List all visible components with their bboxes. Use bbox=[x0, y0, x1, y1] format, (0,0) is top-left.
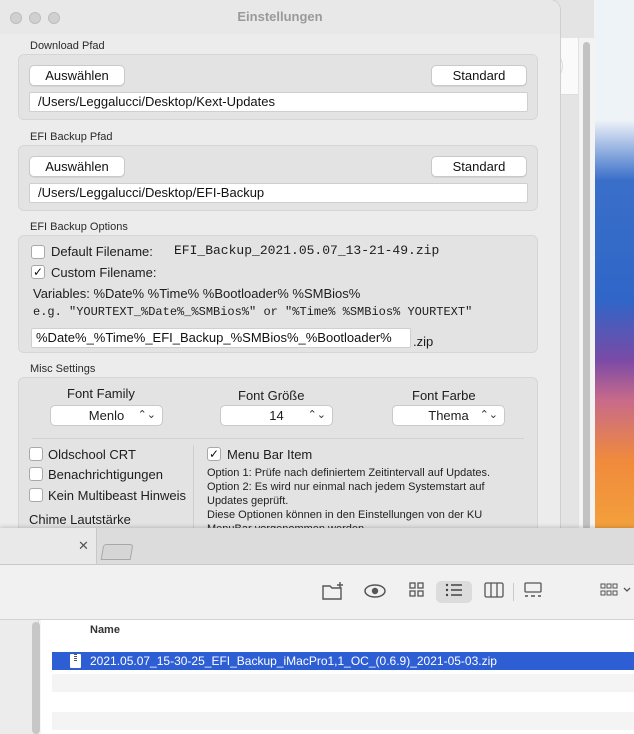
finder-tab[interactable]: ✕ bbox=[0, 528, 97, 564]
efi-backup-options-label: EFI Backup Options bbox=[30, 221, 128, 233]
desktop-wallpaper bbox=[594, 0, 634, 540]
no-multibeast-checkbox[interactable] bbox=[29, 488, 43, 502]
efi-backup-path-group: Auswählen Standard /Users/Leggalucci/Des… bbox=[18, 145, 538, 211]
zip-suffix: .zip bbox=[413, 334, 434, 349]
zip-file-icon bbox=[70, 654, 81, 668]
custom-filename-label: Custom Filename: bbox=[51, 265, 157, 280]
gallery-view-icon[interactable] bbox=[520, 581, 546, 603]
font-family-value: Menlo bbox=[88, 408, 125, 423]
default-filename-label: Default Filename: bbox=[51, 244, 153, 259]
icon-view-icon[interactable] bbox=[404, 581, 430, 603]
oldschool-crt-label: Oldschool CRT bbox=[48, 447, 136, 462]
variables-hint: Variables: %Date% %Time% %Bootloader% %S… bbox=[33, 286, 361, 301]
menu-bar-item-checkbox[interactable]: ✓ bbox=[207, 447, 221, 461]
chevron-updown-icon: ⌃⌄ bbox=[137, 409, 156, 421]
tab-close-icon[interactable]: ✕ bbox=[78, 538, 89, 554]
settings-window: Einstellungen Download Pfad Auswählen St… bbox=[0, 0, 560, 530]
finder-tab-bar: ✕ bbox=[0, 528, 634, 565]
background-scrollbar-thumb[interactable] bbox=[583, 42, 590, 530]
efi-backup-path-label: EFI Backup Pfad bbox=[30, 131, 113, 143]
default-filename-checkbox[interactable] bbox=[31, 245, 45, 259]
efi-backup-path-field[interactable]: /Users/Leggalucci/Desktop/EFI-Backup bbox=[29, 183, 528, 203]
sidebar-scrollbar[interactable] bbox=[32, 622, 40, 734]
misc-divider-vertical bbox=[193, 445, 194, 530]
option1-text: Option 1: Prüfe nach definiertem Zeitint… bbox=[207, 467, 491, 479]
options-note-text: Diese Optionen können in den Einstellung… bbox=[207, 509, 483, 530]
new-tab-button[interactable] bbox=[100, 544, 134, 560]
download-path-group: Auswählen Standard /Users/Leggalucci/Des… bbox=[18, 54, 538, 120]
efi-choose-button[interactable]: Auswählen bbox=[29, 156, 125, 177]
empty-row bbox=[52, 712, 634, 730]
chevron-updown-icon: ⌃⌄ bbox=[307, 409, 326, 421]
window-title: Einstellungen bbox=[237, 9, 323, 24]
font-size-popup[interactable]: 14 ⌃⌄ bbox=[220, 405, 333, 426]
custom-filename-pattern-field[interactable]: %Date%_%Time%_EFI_Backup_%SMBios%_%Bootl… bbox=[31, 328, 411, 348]
font-family-popup[interactable]: Menlo ⌃⌄ bbox=[50, 405, 163, 426]
file-name: 2021.05.07_15-30-25_EFI_Backup_iMacPro1,… bbox=[90, 654, 497, 668]
list-view-icon[interactable] bbox=[436, 581, 472, 603]
font-color-popup[interactable]: Thema ⌃⌄ bbox=[392, 405, 505, 426]
default-filename-value: EFI_Backup_2021.05.07_13-21-49.zip bbox=[174, 243, 440, 258]
font-color-label: Font Farbe bbox=[412, 388, 476, 403]
eye-icon[interactable] bbox=[362, 581, 388, 603]
efi-standard-button[interactable]: Standard bbox=[431, 156, 527, 177]
font-size-value: 14 bbox=[269, 408, 284, 423]
misc-divider-horizontal bbox=[32, 438, 524, 439]
new-folder-icon[interactable] bbox=[320, 581, 346, 603]
misc-settings-label: Misc Settings bbox=[30, 363, 96, 375]
oldschool-crt-checkbox[interactable] bbox=[29, 447, 43, 461]
download-choose-button[interactable]: Auswählen bbox=[29, 65, 125, 86]
notifications-label: Benachrichtigungen bbox=[48, 467, 163, 482]
option2-text: Option 2: Es wird nur einmal nach jedem … bbox=[207, 481, 485, 507]
title-bar[interactable]: Einstellungen bbox=[0, 0, 560, 34]
example-hint: e.g. "YOURTEXT_%Date%_%SMBios%" or "%Tim… bbox=[33, 305, 473, 319]
file-row[interactable]: 2021.05.07_15-30-25_EFI_Backup_iMacPro1,… bbox=[52, 652, 634, 670]
notifications-checkbox[interactable] bbox=[29, 467, 43, 481]
finder-window: ✕ Name 2021.05.07_15-30-25_EFI_Backup_iM… bbox=[0, 528, 634, 734]
download-path-label: Download Pfad bbox=[30, 40, 105, 52]
no-multibeast-label: Kein Multibeast Hinweis bbox=[48, 488, 187, 503]
menu-bar-item-label: Menu Bar Item bbox=[227, 447, 313, 462]
group-by-icon[interactable] bbox=[597, 581, 634, 603]
column-view-icon[interactable] bbox=[481, 581, 507, 603]
font-color-value: Thema bbox=[428, 408, 469, 423]
chevron-updown-icon: ⌃⌄ bbox=[479, 409, 498, 421]
chime-volume-label: Chime Lautstärke bbox=[29, 512, 131, 527]
font-size-label: Font Größe bbox=[238, 388, 305, 403]
font-family-label: Font Family bbox=[67, 386, 135, 401]
name-column-header[interactable]: Name bbox=[90, 624, 120, 636]
menu-bar-options-text: Option 1: Prüfe nach definiertem Zeitint… bbox=[207, 466, 527, 530]
download-standard-button[interactable]: Standard bbox=[431, 65, 527, 86]
custom-filename-checkbox[interactable]: ✓ bbox=[31, 265, 45, 279]
download-path-field[interactable]: /Users/Leggalucci/Desktop/Kext-Updates bbox=[29, 92, 528, 112]
toolbar-separator bbox=[513, 583, 514, 601]
empty-row bbox=[52, 674, 634, 692]
finder-toolbar bbox=[0, 565, 634, 620]
